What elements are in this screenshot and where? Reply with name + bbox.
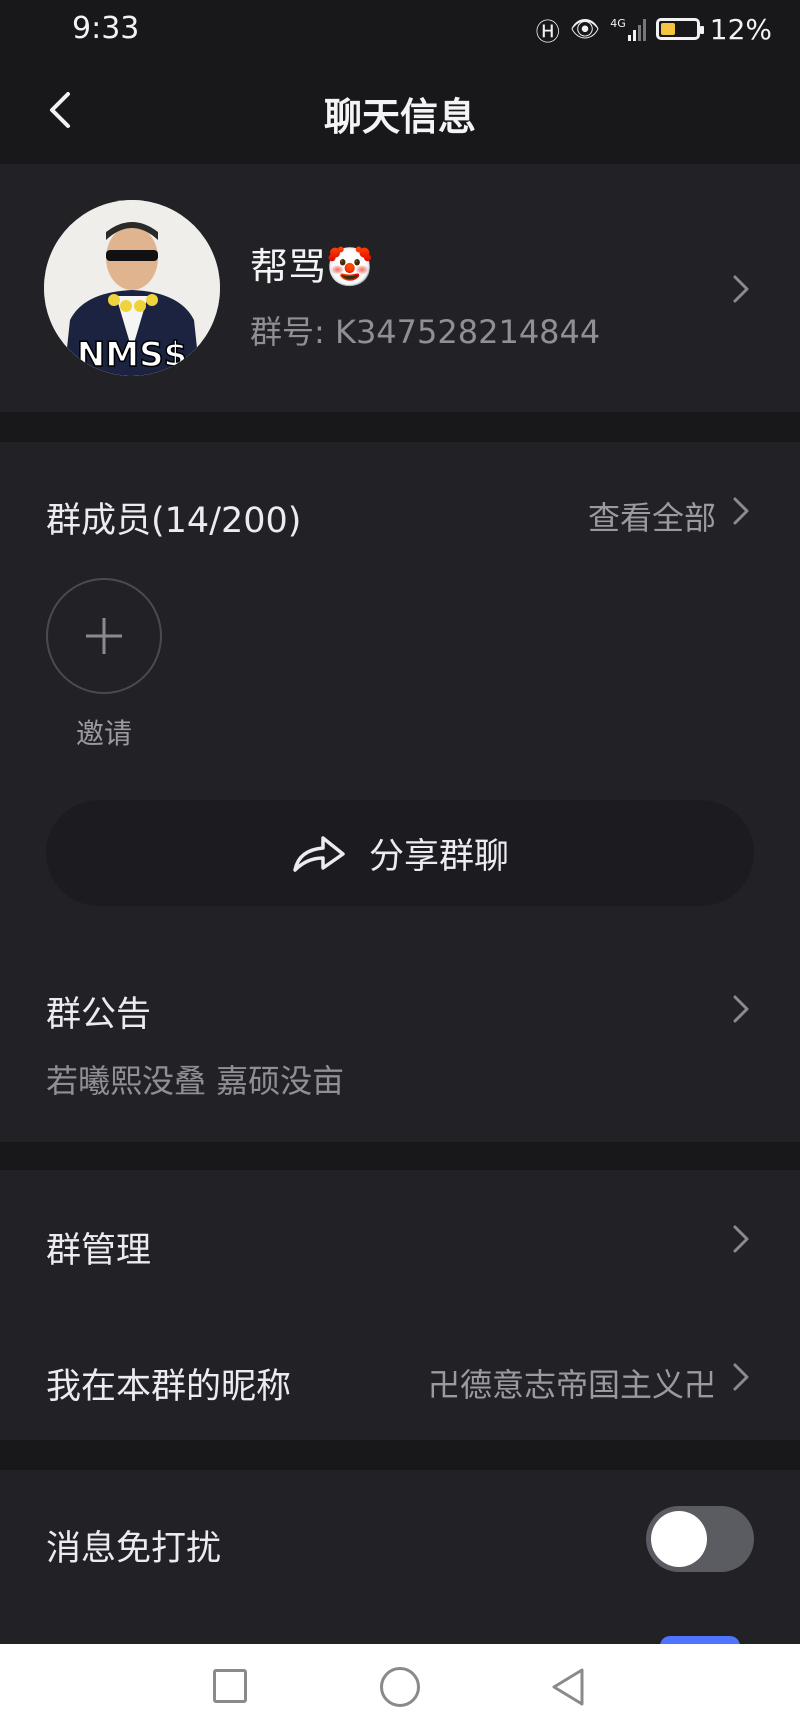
home-icon[interactable] bbox=[380, 1667, 420, 1707]
group-notice-title[interactable]: 群公告 bbox=[46, 986, 151, 1037]
group-number: 群号: K347528214844 bbox=[250, 313, 601, 351]
my-nickname-value[interactable]: 卍德意志帝国主义卍 bbox=[428, 1360, 716, 1406]
group-profile-card[interactable]: NMS$ 帮骂🤡 群号: K347528214844 bbox=[0, 164, 800, 412]
chevron-right-icon bbox=[733, 275, 749, 303]
section-divider bbox=[0, 412, 800, 442]
back-triangle-icon[interactable] bbox=[548, 1666, 588, 1708]
chevron-right-icon[interactable] bbox=[732, 496, 750, 526]
status-bar: 9:33 Ⓗ 👁 4G 12% bbox=[0, 0, 800, 58]
chevron-right-icon[interactable] bbox=[732, 1224, 750, 1254]
status-icons: Ⓗ 👁 4G 12% bbox=[536, 12, 772, 46]
dnd-label: 消息免打扰 bbox=[46, 1529, 222, 1569]
avatar-image: NMS$ bbox=[44, 200, 220, 376]
share-label: 分享群聊 bbox=[368, 836, 509, 877]
chevron-right-icon[interactable] bbox=[732, 1362, 750, 1392]
view-all-link[interactable]: 查看全部 bbox=[588, 493, 716, 539]
eye-icon: 👁 bbox=[569, 15, 601, 43]
top-bar: 聊天信息 bbox=[0, 58, 800, 164]
dnd-card: 消息免打扰 bbox=[0, 1470, 800, 1644]
network-type: 4G bbox=[610, 17, 626, 30]
group-name: 帮骂🤡 bbox=[250, 245, 374, 289]
signal-icon: 4G bbox=[610, 17, 646, 41]
members-card: 群成员(14/200) 查看全部 邀请 分享群聊 群公告 若曦熙没叠 嘉硕没亩 bbox=[0, 442, 800, 1142]
chevron-right-icon[interactable] bbox=[732, 994, 750, 1024]
dnd-toggle[interactable] bbox=[646, 1506, 754, 1572]
section-divider bbox=[0, 1440, 800, 1470]
recents-icon[interactable] bbox=[213, 1669, 247, 1703]
plus-icon bbox=[86, 618, 122, 654]
system-nav-bar bbox=[0, 1644, 800, 1730]
avatar-caption: NMS$ bbox=[77, 335, 187, 375]
status-time: 9:33 bbox=[72, 11, 140, 46]
group-notice-text: 若曦熙没叠 嘉硕没亩 bbox=[46, 1062, 345, 1100]
group-manage-row[interactable]: 群管理 bbox=[46, 1222, 151, 1273]
section-divider bbox=[0, 1142, 800, 1170]
management-card: 群管理 我在本群的昵称 卍德意志帝国主义卍 bbox=[0, 1170, 800, 1440]
battery-icon bbox=[655, 18, 704, 40]
page-title: 聊天信息 bbox=[323, 95, 476, 139]
group-avatar[interactable]: NMS$ bbox=[44, 200, 220, 376]
hd-call-icon: Ⓗ bbox=[535, 17, 560, 46]
battery-percent: 12% bbox=[709, 12, 772, 46]
toggle-knob bbox=[651, 1511, 707, 1567]
my-nickname-label[interactable]: 我在本群的昵称 bbox=[46, 1358, 291, 1409]
share-icon bbox=[293, 836, 345, 872]
invite-label: 邀请 bbox=[75, 717, 132, 750]
share-group-button[interactable]: 分享群聊 bbox=[46, 800, 754, 906]
invite-button[interactable] bbox=[46, 578, 162, 694]
members-title: 群成员(14/200) bbox=[46, 501, 302, 541]
